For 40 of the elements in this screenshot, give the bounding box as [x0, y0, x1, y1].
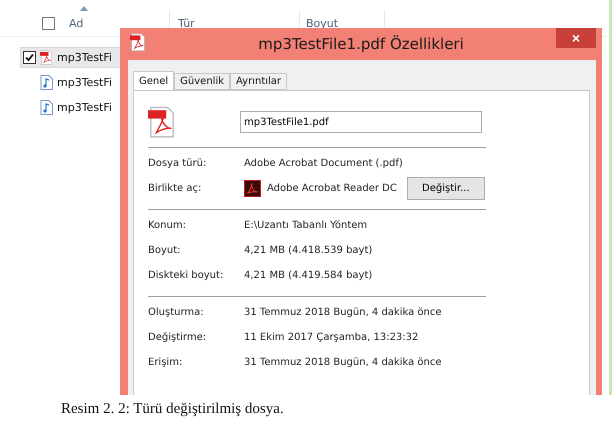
- file-name: mp3TestFi: [57, 51, 112, 64]
- column-header[interactable]: Ad: [69, 16, 84, 30]
- tab[interactable]: Genel: [133, 71, 174, 91]
- audio-file-icon: [40, 100, 53, 115]
- file-name-field[interactable]: mp3TestFile1.pdf: [240, 111, 482, 133]
- property-value: 11 Ekim 2017 Çarşamba, 13:23:32: [244, 332, 418, 343]
- property-label: Boyut:: [148, 245, 182, 256]
- file-name: mp3TestFi: [57, 76, 112, 89]
- pdf-title-icon: [130, 33, 146, 52]
- property-label: Erişim:: [148, 357, 184, 368]
- property-value: 4,21 MB (4.419.584 bayt): [244, 270, 372, 281]
- property-value: Adobe Acrobat Reader DC: [267, 183, 397, 194]
- row-checkbox[interactable]: [23, 51, 36, 64]
- tab[interactable]: Güvenlik: [174, 73, 230, 90]
- figure-caption: Resim 2. 2: Türü değiştirilmiş dosya.: [60, 400, 285, 418]
- pdf-file-icon: [148, 106, 176, 138]
- window-title: mp3TestFile1.pdf Özellikleri: [258, 35, 464, 53]
- acrobat-app-icon: [244, 180, 261, 197]
- tab[interactable]: Ayrıntılar: [230, 73, 288, 90]
- file-row[interactable]: mp3TestFi: [20, 97, 134, 118]
- property-label: Oluşturma:: [148, 307, 205, 318]
- property-value: 31 Temmuz 2018 Bugün, 4 dakika önce: [244, 357, 442, 368]
- property-label: Konum:: [148, 220, 187, 231]
- property-value: 4,21 MB (4.418.539 bayt): [244, 245, 372, 256]
- pdf-file-icon: [40, 50, 53, 65]
- property-value: 31 Temmuz 2018 Bugün, 4 dakika önce: [244, 307, 442, 318]
- file-name: mp3TestFi: [57, 101, 112, 114]
- file-row[interactable]: mp3TestFi: [20, 72, 134, 93]
- property-value: E:\Uzantı Tabanlı Yöntem: [244, 220, 368, 231]
- close-button[interactable]: ×: [556, 28, 596, 48]
- property-label: Dosya türü:: [148, 158, 208, 169]
- property-value: Adobe Acrobat Document (.pdf): [244, 158, 403, 169]
- property-label: Diskteki boyut:: [148, 270, 224, 281]
- property-label: Birlikte aç:: [148, 183, 202, 194]
- select-all-checkbox[interactable]: [42, 16, 55, 30]
- property-label: Değiştirme:: [148, 332, 208, 343]
- audio-file-icon: [40, 75, 53, 90]
- column-header[interactable]: Tür: [178, 16, 195, 30]
- column-header[interactable]: Boyut: [306, 16, 338, 30]
- change-button[interactable]: Değiştir...: [406, 177, 485, 200]
